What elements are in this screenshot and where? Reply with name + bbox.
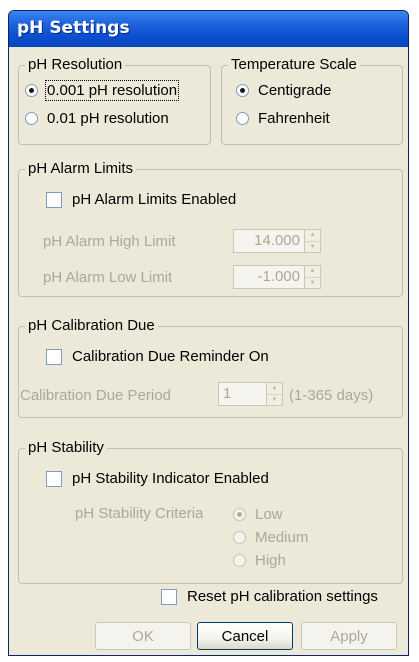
fahrenheit-option[interactable]: Fahrenheit — [236, 110, 330, 127]
stability-criteria-label: pH Stability Criteria — [75, 505, 204, 522]
alarm-low-limit-arrows: ▲ ▼ — [305, 265, 321, 289]
stability-medium-option[interactable]: Medium — [233, 529, 308, 546]
alarm-low-limit-spinner[interactable]: -1.000 ▲ ▼ — [233, 265, 321, 289]
stability-indicator-label: pH Stability Indicator Enabled — [72, 470, 269, 487]
reset-calibration-checkbox[interactable] — [161, 588, 177, 605]
stability-high-radio[interactable] — [233, 554, 246, 567]
dialog-title: pH Settings — [17, 18, 130, 38]
resolution-001-radio[interactable] — [25, 112, 38, 125]
ph-stability-legend: pH Stability — [25, 439, 107, 457]
ph-calibration-due-group: pH Calibration Due Calibration Due Remin… — [18, 317, 403, 418]
alarm-low-limit-field[interactable]: -1.000 — [233, 265, 305, 289]
stability-low-radio[interactable] — [233, 508, 246, 521]
alarm-high-up-arrow-icon[interactable]: ▲ — [305, 230, 320, 241]
resolution-0001-radio[interactable] — [25, 84, 38, 97]
ph-resolution-legend: pH Resolution — [25, 56, 126, 74]
calibration-period-arrows: ▲ ▼ — [267, 382, 283, 406]
stability-medium-radio[interactable] — [233, 531, 246, 544]
temperature-scale-legend: Temperature Scale — [228, 56, 360, 74]
alarm-enabled-checkbox[interactable] — [46, 191, 62, 208]
centigrade-option[interactable]: Centigrade — [236, 82, 331, 99]
temperature-scale-group: Temperature Scale Centigrade Fahrenheit — [221, 56, 403, 145]
alarm-high-limit-field[interactable]: 14.000 — [233, 229, 305, 253]
calibration-period-value: 1 — [223, 385, 232, 402]
centigrade-radio[interactable] — [236, 84, 249, 97]
fahrenheit-label: Fahrenheit — [258, 110, 330, 127]
cancel-button[interactable]: Cancel — [197, 622, 293, 650]
stability-medium-label: Medium — [255, 529, 309, 546]
centigrade-label: Centigrade — [258, 82, 332, 99]
alarm-high-down-arrow-icon[interactable]: ▼ — [305, 240, 320, 253]
ph-alarm-limits-group: pH Alarm Limits pH Alarm Limits Enabled … — [18, 160, 403, 297]
fahrenheit-radio[interactable] — [236, 112, 249, 125]
title-bar[interactable]: pH Settings — [9, 11, 408, 47]
stability-indicator-option[interactable]: pH Stability Indicator Enabled — [46, 470, 269, 487]
calibration-reminder-checkbox[interactable] — [46, 348, 62, 365]
stability-indicator-checkbox[interactable] — [46, 470, 62, 487]
calibration-period-hint: (1-365 days) — [289, 387, 374, 404]
calibration-period-label: Calibration Due Period — [20, 387, 171, 404]
calibration-period-down-arrow-icon[interactable]: ▼ — [267, 393, 282, 406]
apply-button[interactable]: Apply — [301, 622, 397, 650]
alarm-enabled-option[interactable]: pH Alarm Limits Enabled — [46, 191, 236, 208]
ph-alarm-limits-legend: pH Alarm Limits — [25, 160, 137, 178]
ph-calibration-due-legend: pH Calibration Due — [25, 317, 158, 335]
calibration-period-field[interactable]: 1 — [218, 382, 267, 406]
alarm-high-limit-value: 14.000 — [254, 232, 300, 249]
reset-calibration-option[interactable]: Reset pH calibration settings — [161, 588, 378, 605]
stability-low-label: Low — [255, 506, 283, 523]
ok-button[interactable]: OK — [95, 622, 191, 650]
resolution-001-label: 0.01 pH resolution — [47, 110, 169, 127]
alarm-high-limit-arrows: ▲ ▼ — [305, 229, 321, 253]
ph-stability-group: pH Stability pH Stability Indicator Enab… — [18, 439, 403, 584]
alarm-low-down-arrow-icon[interactable]: ▼ — [305, 276, 320, 289]
stability-high-option[interactable]: High — [233, 552, 286, 569]
alarm-low-up-arrow-icon[interactable]: ▲ — [305, 266, 320, 277]
alarm-low-limit-value: -1.000 — [257, 268, 300, 285]
alarm-high-limit-label: pH Alarm High Limit — [43, 233, 176, 250]
reset-calibration-label: Reset pH calibration settings — [187, 588, 378, 605]
stability-low-option[interactable]: Low — [233, 506, 283, 523]
alarm-high-limit-spinner[interactable]: 14.000 ▲ ▼ — [233, 229, 321, 253]
alarm-enabled-label: pH Alarm Limits Enabled — [72, 191, 237, 208]
calibration-period-up-arrow-icon[interactable]: ▲ — [267, 383, 282, 394]
ph-settings-dialog: pH Settings pH Resolution 0.001 pH resol… — [8, 10, 409, 656]
resolution-0001-option[interactable]: 0.001 pH resolution — [25, 80, 180, 101]
ph-resolution-group: pH Resolution 0.001 pH resolution 0.01 p… — [18, 56, 211, 145]
resolution-001-option[interactable]: 0.01 pH resolution — [25, 110, 169, 127]
calibration-reminder-label: Calibration Due Reminder On — [72, 348, 269, 365]
alarm-low-limit-label: pH Alarm Low Limit — [43, 269, 173, 286]
resolution-0001-label: 0.001 pH resolution — [44, 80, 180, 101]
calibration-reminder-option[interactable]: Calibration Due Reminder On — [46, 348, 269, 365]
calibration-period-spinner[interactable]: 1 ▲ ▼ — [218, 382, 283, 406]
stability-high-label: High — [255, 552, 286, 569]
